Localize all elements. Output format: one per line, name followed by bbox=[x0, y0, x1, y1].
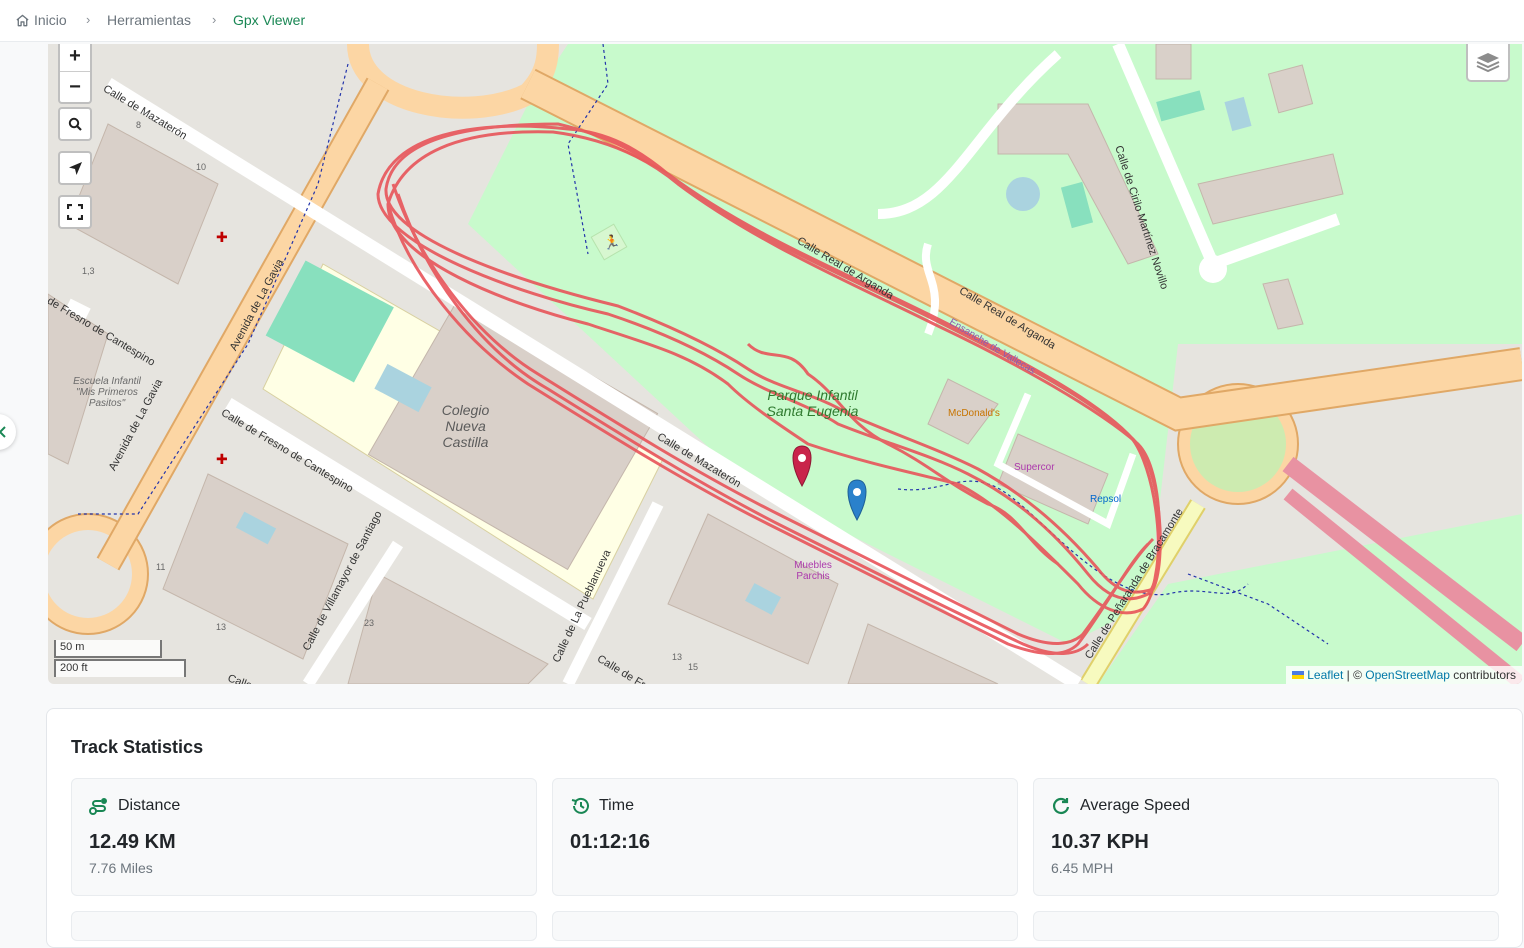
breadcrumb-home[interactable]: Inicio bbox=[15, 12, 67, 28]
breadcrumb-home-label: Inicio bbox=[34, 12, 67, 28]
house-number: 1,3 bbox=[82, 266, 95, 276]
stat-header: Average Speed bbox=[1051, 797, 1190, 815]
leaflet-link[interactable]: Leaflet bbox=[1307, 668, 1343, 682]
poi-label: Colegio Nueva Castilla bbox=[441, 402, 490, 450]
chevron-right-icon: › bbox=[86, 12, 91, 27]
svg-text:🏃: 🏃 bbox=[603, 234, 620, 251]
house-number: 10 bbox=[196, 162, 207, 172]
roundabout-top bbox=[347, 44, 559, 119]
scale-metric: 50 m bbox=[54, 640, 162, 658]
attribution-separator: | © bbox=[1343, 668, 1366, 682]
breadcrumb-tools[interactable]: Herramientas bbox=[107, 12, 191, 28]
search-icon bbox=[68, 117, 82, 131]
location-arrow-icon bbox=[68, 161, 82, 175]
stat-value: 10.37 KPH bbox=[1051, 831, 1149, 853]
zoom-in-button[interactable]: + bbox=[60, 44, 90, 72]
breadcrumb-current-label: Gpx Viewer bbox=[233, 12, 306, 28]
map-attribution: Leaflet | © OpenStreetMap contributors bbox=[1286, 666, 1522, 684]
poi-label: Repsol bbox=[1090, 494, 1122, 505]
stat-value: 12.49 KM bbox=[89, 831, 176, 853]
breadcrumb-current: Gpx Viewer bbox=[233, 12, 305, 28]
building-block bbox=[347, 573, 549, 684]
route-icon bbox=[89, 798, 107, 815]
house-number: 23 bbox=[364, 618, 375, 628]
layers-button[interactable] bbox=[1466, 44, 1510, 82]
house-number: 13 bbox=[216, 622, 227, 632]
layers-icon bbox=[1476, 53, 1500, 73]
attribution-suffix: contributors bbox=[1449, 668, 1516, 682]
history-icon bbox=[571, 797, 589, 814]
zoom-out-button[interactable]: − bbox=[60, 72, 90, 102]
house-number: 15 bbox=[688, 662, 699, 672]
refresh-icon bbox=[1053, 797, 1070, 814]
scale-imperial: 200 ft bbox=[54, 659, 186, 677]
search-button[interactable] bbox=[60, 109, 90, 139]
stat-label: Average Speed bbox=[1080, 797, 1191, 814]
pharmacy-icon: ✚ bbox=[216, 230, 228, 246]
stat-distance: Distance 12.49 KM 7.76 Miles bbox=[71, 778, 537, 896]
chevron-right-icon: › bbox=[212, 12, 217, 27]
stat-label: Time bbox=[599, 797, 634, 814]
stat-average-speed: Average Speed 10.37 KPH 6.45 MPH bbox=[1033, 778, 1499, 896]
house-number: 11 bbox=[156, 562, 166, 572]
stat-value: 01:12:16 bbox=[570, 831, 651, 853]
section-title: Track Statistics bbox=[71, 737, 204, 757]
stat-header: Time bbox=[570, 797, 634, 815]
search-control bbox=[58, 107, 92, 141]
fullscreen-button[interactable] bbox=[60, 197, 90, 227]
pharmacy-icon: ✚ bbox=[216, 452, 228, 468]
locate-control bbox=[58, 151, 92, 185]
stat-subvalue: 7.76 Miles bbox=[89, 860, 153, 876]
poi-label: Escuela Infantil "Mis Primeros Pasitos" bbox=[73, 376, 141, 409]
poi-label: McDonald's bbox=[948, 408, 1000, 419]
stat-time: Time 01:12:16 bbox=[552, 778, 1018, 896]
stat-card-partial bbox=[552, 911, 1018, 941]
home-icon bbox=[16, 14, 29, 26]
building-block bbox=[1155, 44, 1192, 80]
poi-label: Muebles Parchis bbox=[794, 560, 832, 582]
stat-header: Distance bbox=[89, 797, 180, 815]
chevron-left-icon bbox=[0, 426, 6, 438]
house-number: 13 bbox=[672, 652, 683, 662]
house-number: 8 bbox=[136, 120, 142, 130]
road-turnaround bbox=[1199, 255, 1227, 283]
map-tiles: 🏃 ✚ ✚ bbox=[48, 44, 1522, 684]
breadcrumb-tools-label: Herramientas bbox=[107, 12, 192, 28]
map-view[interactable]: 🏃 ✚ ✚ Calle de Mazaterón Calle de Mazate… bbox=[48, 44, 1522, 684]
ukraine-flag-icon bbox=[1292, 671, 1305, 679]
breadcrumb: Inicio › Herramientas › Gpx Viewer bbox=[0, 0, 1524, 42]
stat-label: Distance bbox=[118, 797, 181, 814]
stat-card-partial bbox=[71, 911, 537, 941]
poi-label: Supercor bbox=[1014, 462, 1055, 473]
stat-card-partial bbox=[1033, 911, 1499, 941]
stat-subvalue: 6.45 MPH bbox=[1051, 860, 1114, 876]
fountain bbox=[1006, 177, 1040, 211]
zoom-control: + − bbox=[58, 44, 92, 104]
osm-link[interactable]: OpenStreetMap bbox=[1365, 668, 1450, 682]
poi-label: Parque Infantil Santa Eugenia bbox=[766, 387, 859, 419]
fullscreen-control bbox=[58, 195, 92, 229]
track-statistics-card: Track Statistics Distance 12.49 KM 7.76 … bbox=[46, 708, 1523, 948]
fullscreen-icon bbox=[67, 204, 83, 220]
building-block bbox=[847, 623, 999, 684]
locate-button[interactable] bbox=[60, 153, 90, 183]
sidebar-toggle[interactable] bbox=[0, 414, 16, 450]
